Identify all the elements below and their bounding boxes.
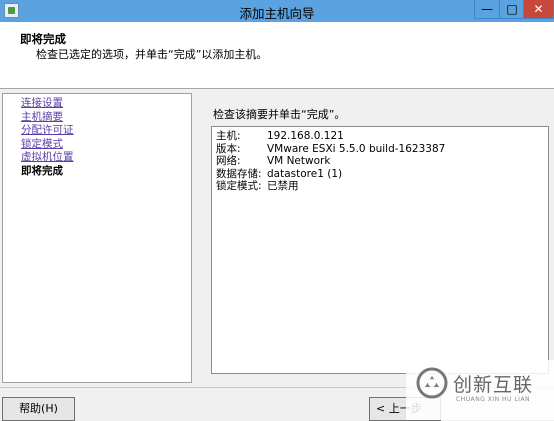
summary-row: 数据存储: datastore1 (1) [216, 168, 548, 181]
watermark-text: 创新互联 [453, 374, 534, 396]
wizard-content: 连接设置 主机摘要 分配许可证 锁定模式 虚拟机位置 即将完成 检查该摘要并单击… [0, 89, 554, 387]
maximize-button[interactable]: □ [499, 0, 525, 19]
step-link-host-summary[interactable]: 主机摘要 [21, 111, 191, 125]
summary-key: 版本: [216, 142, 241, 155]
step-link-assign-license[interactable]: 分配许可证 [21, 124, 191, 138]
step-current-ready-to-complete: 即将完成 [21, 164, 63, 177]
wizard-step-list: 连接设置 主机摘要 分配许可证 锁定模式 虚拟机位置 即将完成 [2, 93, 192, 383]
title-bar: 添加主机向导 — □ ✕ [0, 0, 554, 23]
summary-value: 192.168.0.121 [267, 130, 344, 142]
close-button[interactable]: ✕ [523, 0, 554, 19]
summary-value: VMware ESXi 5.5.0 build-1623387 [267, 142, 446, 155]
summary-value: datastore1 (1) [267, 167, 343, 180]
window-title: 添加主机向导 [239, 6, 315, 21]
summary-panel: 主机: 192.168.0.121 版本: VMware ESXi 5.5.0 … [211, 126, 549, 374]
page-title: 即将完成 [20, 32, 66, 46]
help-button[interactable]: 帮助(H) [2, 397, 75, 421]
summary-value: VM Network [267, 155, 331, 167]
summary-key: 锁定模式: [216, 180, 262, 192]
step-link-vm-location[interactable]: 虚拟机位置 [21, 151, 191, 165]
step-link-lockdown-mode[interactable]: 锁定模式 [21, 138, 191, 152]
summary-value: 已禁用 [267, 180, 299, 192]
summary-row: 锁定模式: 已禁用 [216, 180, 548, 193]
brand-logo-icon [416, 367, 448, 399]
summary-row: 版本: VMware ESXi 5.5.0 build-1623387 [216, 143, 548, 156]
step-link-connection-settings[interactable]: 连接设置 [21, 97, 191, 111]
summary-key: 数据存储: [216, 167, 262, 180]
summary-instruction: 检查该摘要并单击“完成”。 [213, 108, 346, 121]
minimize-button[interactable]: — [474, 0, 500, 19]
page-description: 检查已选定的选项，并单击“完成”以添加主机。 [36, 48, 268, 61]
summary-row: 网络: VM Network [216, 155, 548, 168]
wizard-header: 即将完成 检查已选定的选项，并单击“完成”以添加主机。 [0, 22, 554, 89]
watermark-subtext: CHUANG XIN HU LIAN [456, 396, 531, 403]
summary-key: 网络: [216, 155, 241, 167]
summary-row: 主机: 192.168.0.121 [216, 130, 548, 143]
watermark: 创新互联 CHUANG XIN HU LIAN [406, 360, 554, 420]
summary-key: 主机: [216, 130, 241, 142]
